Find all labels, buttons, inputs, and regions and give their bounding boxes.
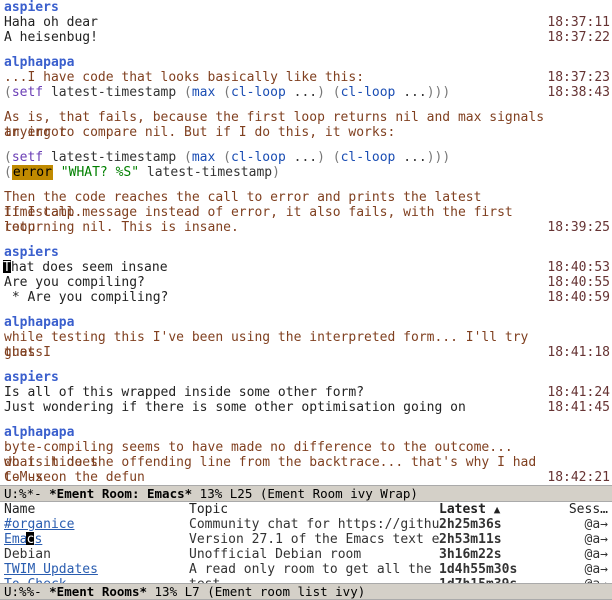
chat-message: Is all of this wrapped inside some other… [4, 385, 548, 400]
modeline2-position: 13% L7 [147, 584, 207, 599]
timestamp: 18:40:59 [546, 290, 610, 305]
modeline-position: 13% L25 [192, 486, 260, 501]
modeline-mode: (Ement Room ivy Wrap) [260, 486, 418, 501]
timestamp: 18:37:11 [546, 15, 610, 30]
chat-message: Then the code reaches the call to error … [4, 190, 548, 205]
chat-message: Are you compiling? [4, 275, 548, 290]
room-latest: 1d4h55m30s [439, 562, 527, 577]
room-link[interactable]: Emacs [4, 532, 42, 547]
chat-message: trying to compare nil. But if I do this,… [4, 125, 548, 140]
modeline2-buffer-name: *Ement Rooms* [49, 584, 147, 599]
chat-message: guess [4, 345, 548, 360]
timestamp: 18:41:24 [546, 385, 610, 400]
code-line: (error "WHAT? %S" latest-timestamp) [4, 165, 548, 180]
room-latest: 3h16m22s [439, 547, 527, 562]
room-session: @a→ [527, 517, 608, 532]
room-session: @a→ [527, 532, 608, 547]
chat-message: byte-compiling seems to have made no dif… [4, 440, 548, 455]
error-highlight: error [12, 165, 53, 180]
modeline-buffer-name: *Ement Room: Emacs* [49, 486, 192, 501]
timestamp: 18:41:18 [546, 345, 610, 360]
modeline-left: U:%*- [4, 486, 49, 501]
chat-pane: aspiersHaha oh dearA heisenbug!alphapapa… [0, 0, 612, 485]
room-topic: A read only room to get all the ... [189, 562, 439, 577]
room-topic: Unofficial Debian room [189, 547, 439, 562]
room-link[interactable]: #organice [4, 517, 74, 532]
chat-message: C-M-x on the defun [4, 470, 548, 485]
room-link[interactable]: TWIM Updates [4, 562, 98, 577]
room-session: @a→ [527, 547, 608, 562]
header-topic[interactable]: Topic [189, 502, 439, 517]
rooms-pane: Name Topic Latest ▲ Sess… #organice Comm… [0, 502, 612, 583]
sort-arrow-icon: ▲ [494, 503, 501, 516]
modeline2-mode: (Ement room list ivy) [207, 584, 365, 599]
chat-message: Just wondering if there is some other op… [4, 400, 548, 415]
timestamp: 18:38:43 [546, 85, 610, 100]
rooms-header[interactable]: Name Topic Latest ▲ Sess… [4, 502, 608, 517]
header-latest[interactable]: Latest ▲ [439, 502, 527, 517]
chat-message: ...I have code that looks basically like… [4, 70, 548, 85]
timestamp: 18:37:23 [546, 70, 610, 85]
chat-message: do is hide the offending line from the b… [4, 455, 548, 470]
timestamp: 18:39:25 [546, 220, 610, 235]
room-session: @a→ [527, 562, 608, 577]
header-session[interactable]: Sess… [527, 502, 608, 517]
code-line: (setf latest-timestamp (max (cl-loop ...… [4, 85, 548, 100]
chat-nick: alphapapa [4, 315, 548, 330]
modeline2-left: U:%%- [4, 584, 49, 599]
code-line: (setf latest-timestamp (max (cl-loop ...… [4, 150, 548, 165]
chat-nick: aspiers [4, 370, 548, 385]
timestamp: 18:41:45 [546, 400, 610, 415]
modeline-rooms: U:%%- *Ement Rooms* 13% L7 (Ement room l… [0, 583, 612, 600]
chat-message: As is, that fails, because the first loo… [4, 110, 548, 125]
chat-message: returning nil. This is insane. [4, 220, 548, 235]
table-row[interactable]: #organice Community chat for https://git… [4, 517, 608, 532]
room-topic: Community chat for https://githu... [189, 517, 439, 532]
table-row[interactable]: Debian Unofficial Debian room 3h16m22s @… [4, 547, 608, 562]
chat-message: Haha oh dear [4, 15, 548, 30]
room-topic: Version 27.1 of the Emacs text e... [189, 532, 439, 547]
timestamp: 18:40:53 [546, 260, 610, 275]
room-name[interactable]: Debian [4, 547, 51, 562]
chat-nick: alphapapa [4, 55, 548, 70]
text-cursor: T [3, 260, 11, 273]
timestamp: 18:40:55 [546, 275, 610, 290]
table-row[interactable]: TWIM Updates A read only room to get all… [4, 562, 608, 577]
chat-message: If I call message instead of error, it a… [4, 205, 548, 220]
room-latest: 2h53m11s [439, 532, 527, 547]
table-row[interactable]: Emacs Version 27.1 of the Emacs text e..… [4, 532, 608, 547]
chat-message: That does seem insane [4, 260, 548, 275]
chat-nick: alphapapa [4, 425, 548, 440]
chat-message: * Are you compiling? [4, 290, 548, 305]
chat-nick: aspiers [4, 245, 548, 260]
timestamp: 18:42:21 [546, 470, 610, 485]
text-cursor: c [26, 532, 34, 545]
header-name[interactable]: Name [4, 502, 189, 517]
chat-message: A heisenbug! [4, 30, 548, 45]
chat-message: while testing this I've been using the i… [4, 330, 548, 345]
chat-nick: aspiers [4, 0, 548, 15]
room-latest: 2h25m36s [439, 517, 527, 532]
modeline-chat: U:%*- *Ement Room: Emacs* 13% L25 (Ement… [0, 485, 612, 502]
timestamp: 18:37:22 [546, 30, 610, 45]
